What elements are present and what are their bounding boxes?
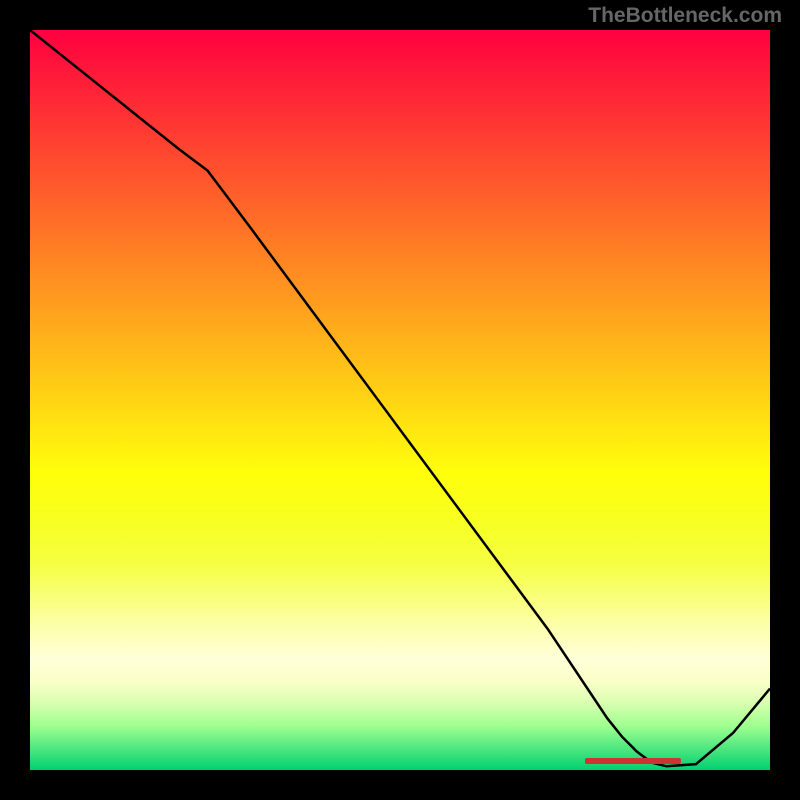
watermark-text: TheBottleneck.com	[588, 4, 782, 28]
optimal-range-marker	[585, 758, 681, 764]
chart-container: TheBottleneck.com	[0, 0, 800, 800]
bottleneck-curve	[30, 30, 770, 770]
plot-area	[30, 30, 770, 770]
